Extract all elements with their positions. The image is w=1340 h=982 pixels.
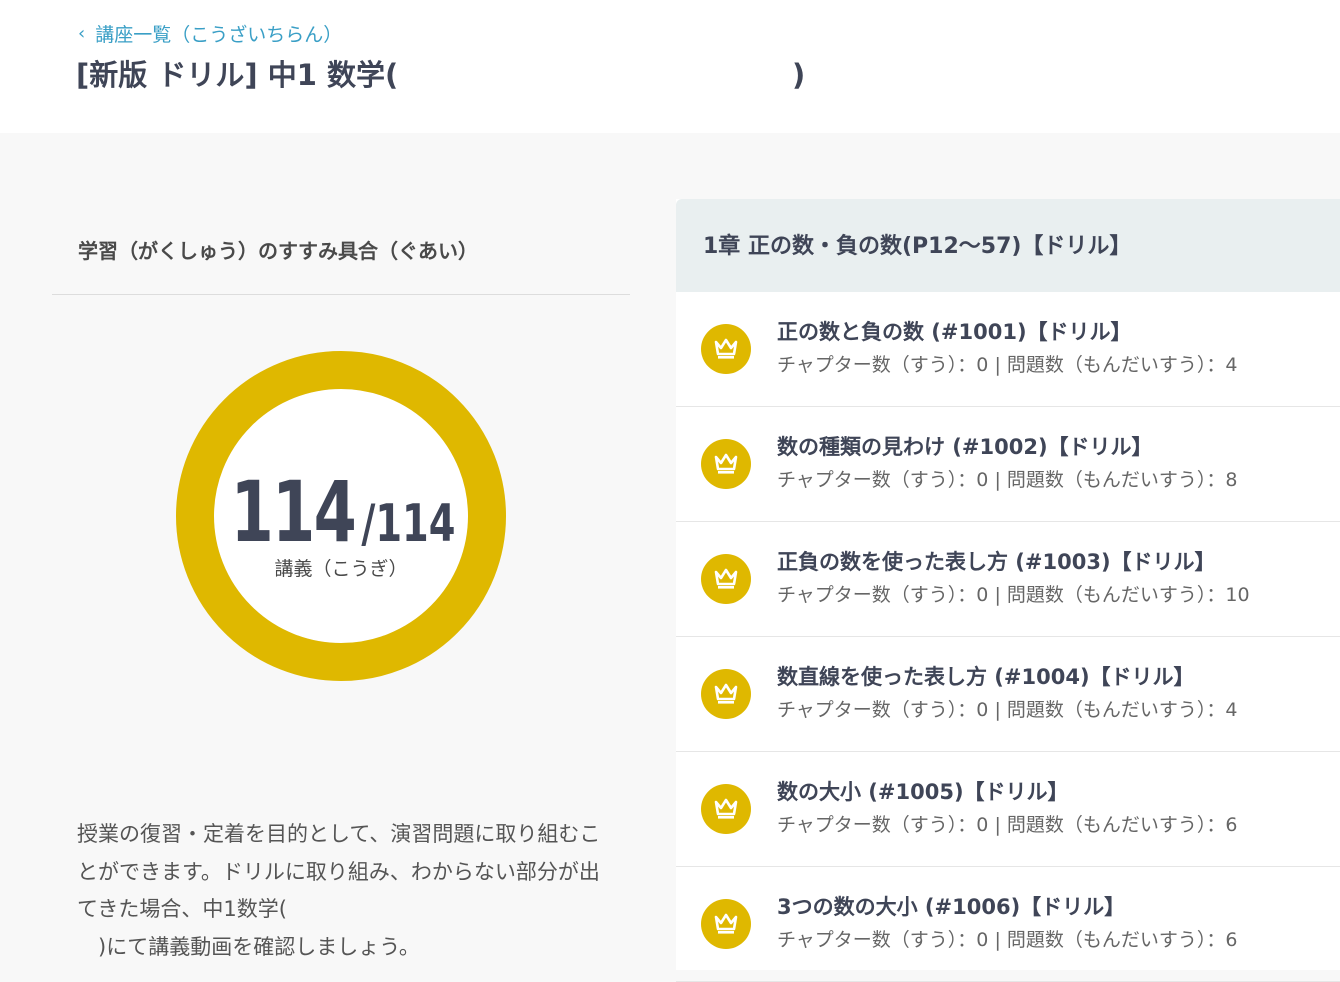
lesson-item[interactable]: 正負の数を使った表し方 (#1003)【ドリル】 チャプター数（すう）：0 | …	[676, 522, 1340, 637]
lesson-meta: チャプター数（すう）：0 | 問題数（もんだいすう）：10	[777, 584, 1250, 606]
crown-icon	[701, 669, 751, 719]
lesson-title: 数直線を使った表し方 (#1004)【ドリル】	[777, 665, 1195, 689]
lesson-meta: チャプター数（すう）：0 | 問題数（もんだいすう）：8	[777, 469, 1238, 491]
crown-icon	[701, 899, 751, 949]
total-count: /114	[360, 494, 455, 554]
chevron-left-icon: ‹	[78, 23, 86, 44]
back-to-course-list-link[interactable]: ‹ 講座一覧（こうざいちらん）	[78, 20, 342, 47]
lesson-meta: チャプター数（すう）：0 | 問題数（もんだいすう）：4	[777, 699, 1238, 721]
progress-unit-label: 講義（こうぎ）	[274, 558, 408, 580]
crown-icon	[701, 439, 751, 489]
course-description: 授業の復習・定着を目的として、演習問題に取り組むことができます。ドリルに取り組み…	[77, 822, 601, 959]
lesson-meta: チャプター数（すう）：0 | 問題数（もんだいすう）：6	[777, 929, 1238, 951]
completed-count: 114	[230, 463, 356, 561]
divider	[52, 294, 630, 295]
crown-icon	[701, 554, 751, 604]
lesson-item[interactable]: 数直線を使った表し方 (#1004)【ドリル】 チャプター数（すう）：0 | 問…	[676, 637, 1340, 752]
back-link-label: 講座一覧（こうざいちらん）	[95, 24, 343, 46]
lesson-list: 正の数と負の数 (#1001)【ドリル】 チャプター数（すう）：0 | 問題数（…	[676, 292, 1340, 982]
progress-ring: 114/114 講義（こうぎ）	[176, 351, 506, 681]
lesson-title: 3つの数の大小 (#1006)【ドリル】	[777, 895, 1126, 919]
lesson-item[interactable]: 3つの数の大小 (#1006)【ドリル】 チャプター数（すう）：0 | 問題数（…	[676, 867, 1340, 982]
lesson-item[interactable]: 数の種類の見わけ (#1002)【ドリル】 チャプター数（すう）：0 | 問題数…	[676, 407, 1340, 522]
lesson-title: 正の数と負の数 (#1001)【ドリル】	[777, 320, 1132, 344]
crown-icon	[701, 784, 751, 834]
chapter-title: 1章 正の数・負の数(P12〜57)【ドリル】	[703, 234, 1132, 259]
lesson-title: 数の種類の見わけ (#1002)【ドリル】	[777, 435, 1153, 459]
page-title: [新版 ドリル] 中1 数学( )	[76, 58, 806, 92]
chapter-header: 1章 正の数・負の数(P12〜57)【ドリル】	[676, 199, 1340, 292]
lesson-item[interactable]: 数の大小 (#1005)【ドリル】 チャプター数（すう）：0 | 問題数（もんだ…	[676, 752, 1340, 867]
progress-count: 114/114	[176, 463, 506, 561]
lesson-title: 正負の数を使った表し方 (#1003)【ドリル】	[777, 550, 1216, 574]
crown-icon	[701, 324, 751, 374]
lesson-meta: チャプター数（すう）：0 | 問題数（もんだいすう）：6	[777, 814, 1238, 836]
lesson-item[interactable]: 正の数と負の数 (#1001)【ドリル】 チャプター数（すう）：0 | 問題数（…	[676, 292, 1340, 407]
chapter-panel: 1章 正の数・負の数(P12〜57)【ドリル】 正の数と負の数 (#1001)【…	[676, 199, 1340, 982]
lesson-meta: チャプター数（すう）：0 | 問題数（もんだいすう）：4	[777, 354, 1238, 376]
page-header: ‹ 講座一覧（こうざいちらん） [新版 ドリル] 中1 数学( )	[0, 0, 1340, 133]
progress-heading: 学習（がくしゅう）のすすみ具合（ぐあい）	[78, 239, 478, 263]
lesson-title: 数の大小 (#1005)【ドリル】	[777, 780, 1069, 804]
